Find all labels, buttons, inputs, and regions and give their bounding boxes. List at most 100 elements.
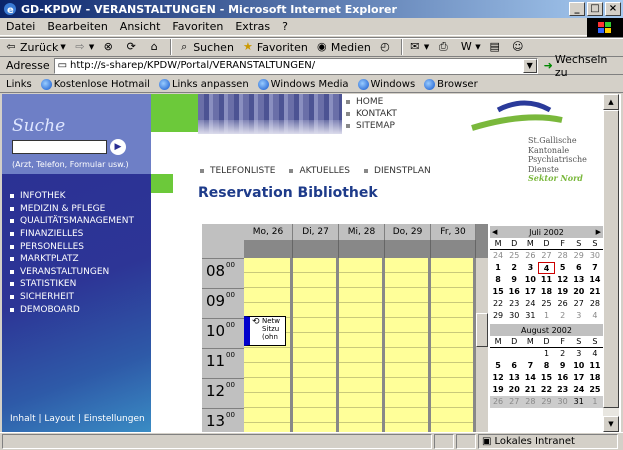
- calendar-day[interactable]: 8: [538, 360, 554, 372]
- calendar-scroll-thumb[interactable]: [476, 313, 488, 347]
- calendar-day[interactable]: 29: [490, 310, 506, 322]
- calendar-day[interactable]: 26: [555, 298, 571, 310]
- calendar-day[interactable]: 18: [538, 286, 554, 298]
- calendar-day[interactable]: 22: [490, 298, 506, 310]
- calendar-day[interactable]: 13: [506, 372, 522, 384]
- menu-ansicht[interactable]: Ansicht: [120, 20, 161, 33]
- nav-item-veranstaltungen[interactable]: VERANSTALTUNGEN: [10, 266, 134, 279]
- allday-slot[interactable]: [293, 240, 339, 258]
- calendar-day[interactable]: 30: [554, 396, 571, 408]
- allday-slot[interactable]: [339, 240, 385, 258]
- search-input[interactable]: [12, 140, 107, 154]
- calendar-day[interactable]: 4: [587, 310, 603, 322]
- calendar-day[interactable]: 18: [587, 372, 603, 384]
- calendar-day[interactable]: 26: [522, 250, 538, 262]
- calendar-day[interactable]: 23: [555, 384, 571, 396]
- home-button[interactable]: ⌂: [147, 40, 163, 54]
- next-month-icon[interactable]: ▶: [596, 228, 601, 236]
- calendar-day[interactable]: 28: [522, 396, 539, 408]
- refresh-button[interactable]: ⟳: [124, 40, 140, 54]
- go-button[interactable]: ➜ Wechseln zu: [544, 53, 623, 79]
- address-input[interactable]: ▭ http://s-sharep/KPDW/Portal/VERANSTALT…: [53, 57, 538, 74]
- calendar-day[interactable]: 10: [522, 274, 538, 286]
- calendar-day[interactable]: 14: [522, 372, 538, 384]
- calendar-day[interactable]: 29: [538, 396, 555, 408]
- nav-item-sicherheit[interactable]: SICHERHEIT: [10, 291, 134, 304]
- minimize-button[interactable]: _: [569, 2, 585, 16]
- nav-item-personelles[interactable]: PERSONELLES: [10, 240, 134, 253]
- edit-button[interactable]: W ▼: [459, 40, 481, 54]
- calendar-day[interactable]: 11: [587, 360, 603, 372]
- link-windows[interactable]: Windows: [357, 78, 415, 90]
- calendar-day[interactable]: 8: [490, 274, 506, 286]
- calendar-day[interactable]: 25: [506, 250, 522, 262]
- calendar-day[interactable]: 29: [571, 250, 587, 262]
- calendar-day[interactable]: 15: [538, 372, 554, 384]
- day-header-thursday[interactable]: Do, 29: [385, 224, 431, 240]
- close-button[interactable]: ×: [605, 2, 621, 16]
- link-windows-media[interactable]: Windows Media: [257, 78, 349, 90]
- edit-dropdown-icon[interactable]: ▼: [475, 43, 480, 51]
- calendar-day[interactable]: 25: [587, 384, 603, 396]
- back-dropdown-icon[interactable]: ▼: [60, 43, 65, 51]
- nav-item-statistiken[interactable]: STATISTIKEN: [10, 278, 134, 291]
- calendar-day[interactable]: 3: [571, 348, 587, 360]
- subnav-aktuelles[interactable]: AKTUELLES: [289, 166, 350, 176]
- calendar-day[interactable]: 27: [538, 250, 554, 262]
- appointment-item[interactable]: ⟲ Netw Sitzu (ohn: [244, 316, 286, 346]
- calendar-day[interactable]: 12: [555, 274, 571, 286]
- link-hotmail[interactable]: Kostenlose Hotmail: [40, 78, 150, 90]
- calendar-day[interactable]: 23: [506, 298, 522, 310]
- calendar-day[interactable]: 25: [538, 298, 554, 310]
- calendar-day[interactable]: 27: [571, 298, 587, 310]
- scroll-down-icon[interactable]: ▼: [603, 416, 619, 432]
- search-button[interactable]: ⌕ Suchen: [177, 40, 234, 54]
- calendar-day[interactable]: 31: [522, 310, 538, 322]
- scroll-up-icon[interactable]: ▲: [603, 94, 619, 110]
- forward-dropdown-icon[interactable]: ▼: [89, 43, 94, 51]
- calendar-day[interactable]: 6: [571, 262, 587, 274]
- page-scroll-thumb[interactable]: [603, 110, 619, 408]
- discuss-button[interactable]: ▤: [488, 40, 504, 54]
- prev-month-icon[interactable]: ◀: [492, 228, 497, 236]
- calendar-day[interactable]: 7: [522, 360, 538, 372]
- nav-item-finanzielles[interactable]: FINANZIELLES: [10, 228, 134, 241]
- calendar-day[interactable]: 14: [587, 274, 603, 286]
- calendar-day[interactable]: 1: [538, 310, 554, 322]
- calendar-day[interactable]: 17: [571, 372, 587, 384]
- calendar-day[interactable]: 16: [506, 286, 522, 298]
- calendar-day[interactable]: 28: [587, 298, 603, 310]
- calendar-day[interactable]: 5: [555, 262, 571, 274]
- mail-button[interactable]: ✉ ▼: [408, 40, 429, 54]
- messenger-button[interactable]: ☺: [511, 40, 527, 54]
- link-browser[interactable]: Browser: [424, 78, 478, 90]
- address-dropdown-icon[interactable]: ▼: [522, 58, 537, 73]
- calendar-day[interactable]: 17: [522, 286, 538, 298]
- calendar-day[interactable]: 31: [570, 396, 587, 408]
- search-go-button[interactable]: ▶: [110, 139, 126, 155]
- calendar-day[interactable]: 24: [490, 250, 506, 262]
- nav-item-infothek[interactable]: INFOTHEK: [10, 190, 134, 203]
- calendar-day[interactable]: 2: [555, 310, 571, 322]
- day-header-monday[interactable]: Mo, 26: [244, 224, 293, 240]
- day-column-friday[interactable]: [431, 258, 476, 432]
- calendar-day[interactable]: 6: [506, 360, 522, 372]
- topnav-sitemap[interactable]: SITEMAP: [346, 120, 397, 132]
- media-button[interactable]: ◉ Medien: [315, 40, 371, 54]
- calendar-day[interactable]: 20: [506, 384, 522, 396]
- calendar-day[interactable]: 12: [490, 372, 506, 384]
- calendar-day[interactable]: 4: [587, 348, 603, 360]
- nav-item-qualitaet[interactable]: QUALITÄTSMANAGEMENT: [10, 215, 134, 228]
- print-button[interactable]: ⎙: [436, 40, 452, 54]
- nav-item-medizin[interactable]: MEDIZIN & PFLEGE: [10, 203, 134, 216]
- calendar-day[interactable]: 21: [522, 384, 538, 396]
- calendar-day[interactable]: 1: [538, 348, 554, 360]
- calendar-day[interactable]: 1: [586, 396, 603, 408]
- allday-slot[interactable]: [431, 240, 476, 258]
- maximize-button[interactable]: □: [587, 2, 603, 16]
- calendar-day[interactable]: 3: [522, 262, 538, 274]
- calendar-day[interactable]: 2: [555, 348, 571, 360]
- calendar-day[interactable]: 28: [555, 250, 571, 262]
- nav-item-marktplatz[interactable]: MARKTPLATZ: [10, 253, 134, 266]
- allday-slot[interactable]: [244, 240, 293, 258]
